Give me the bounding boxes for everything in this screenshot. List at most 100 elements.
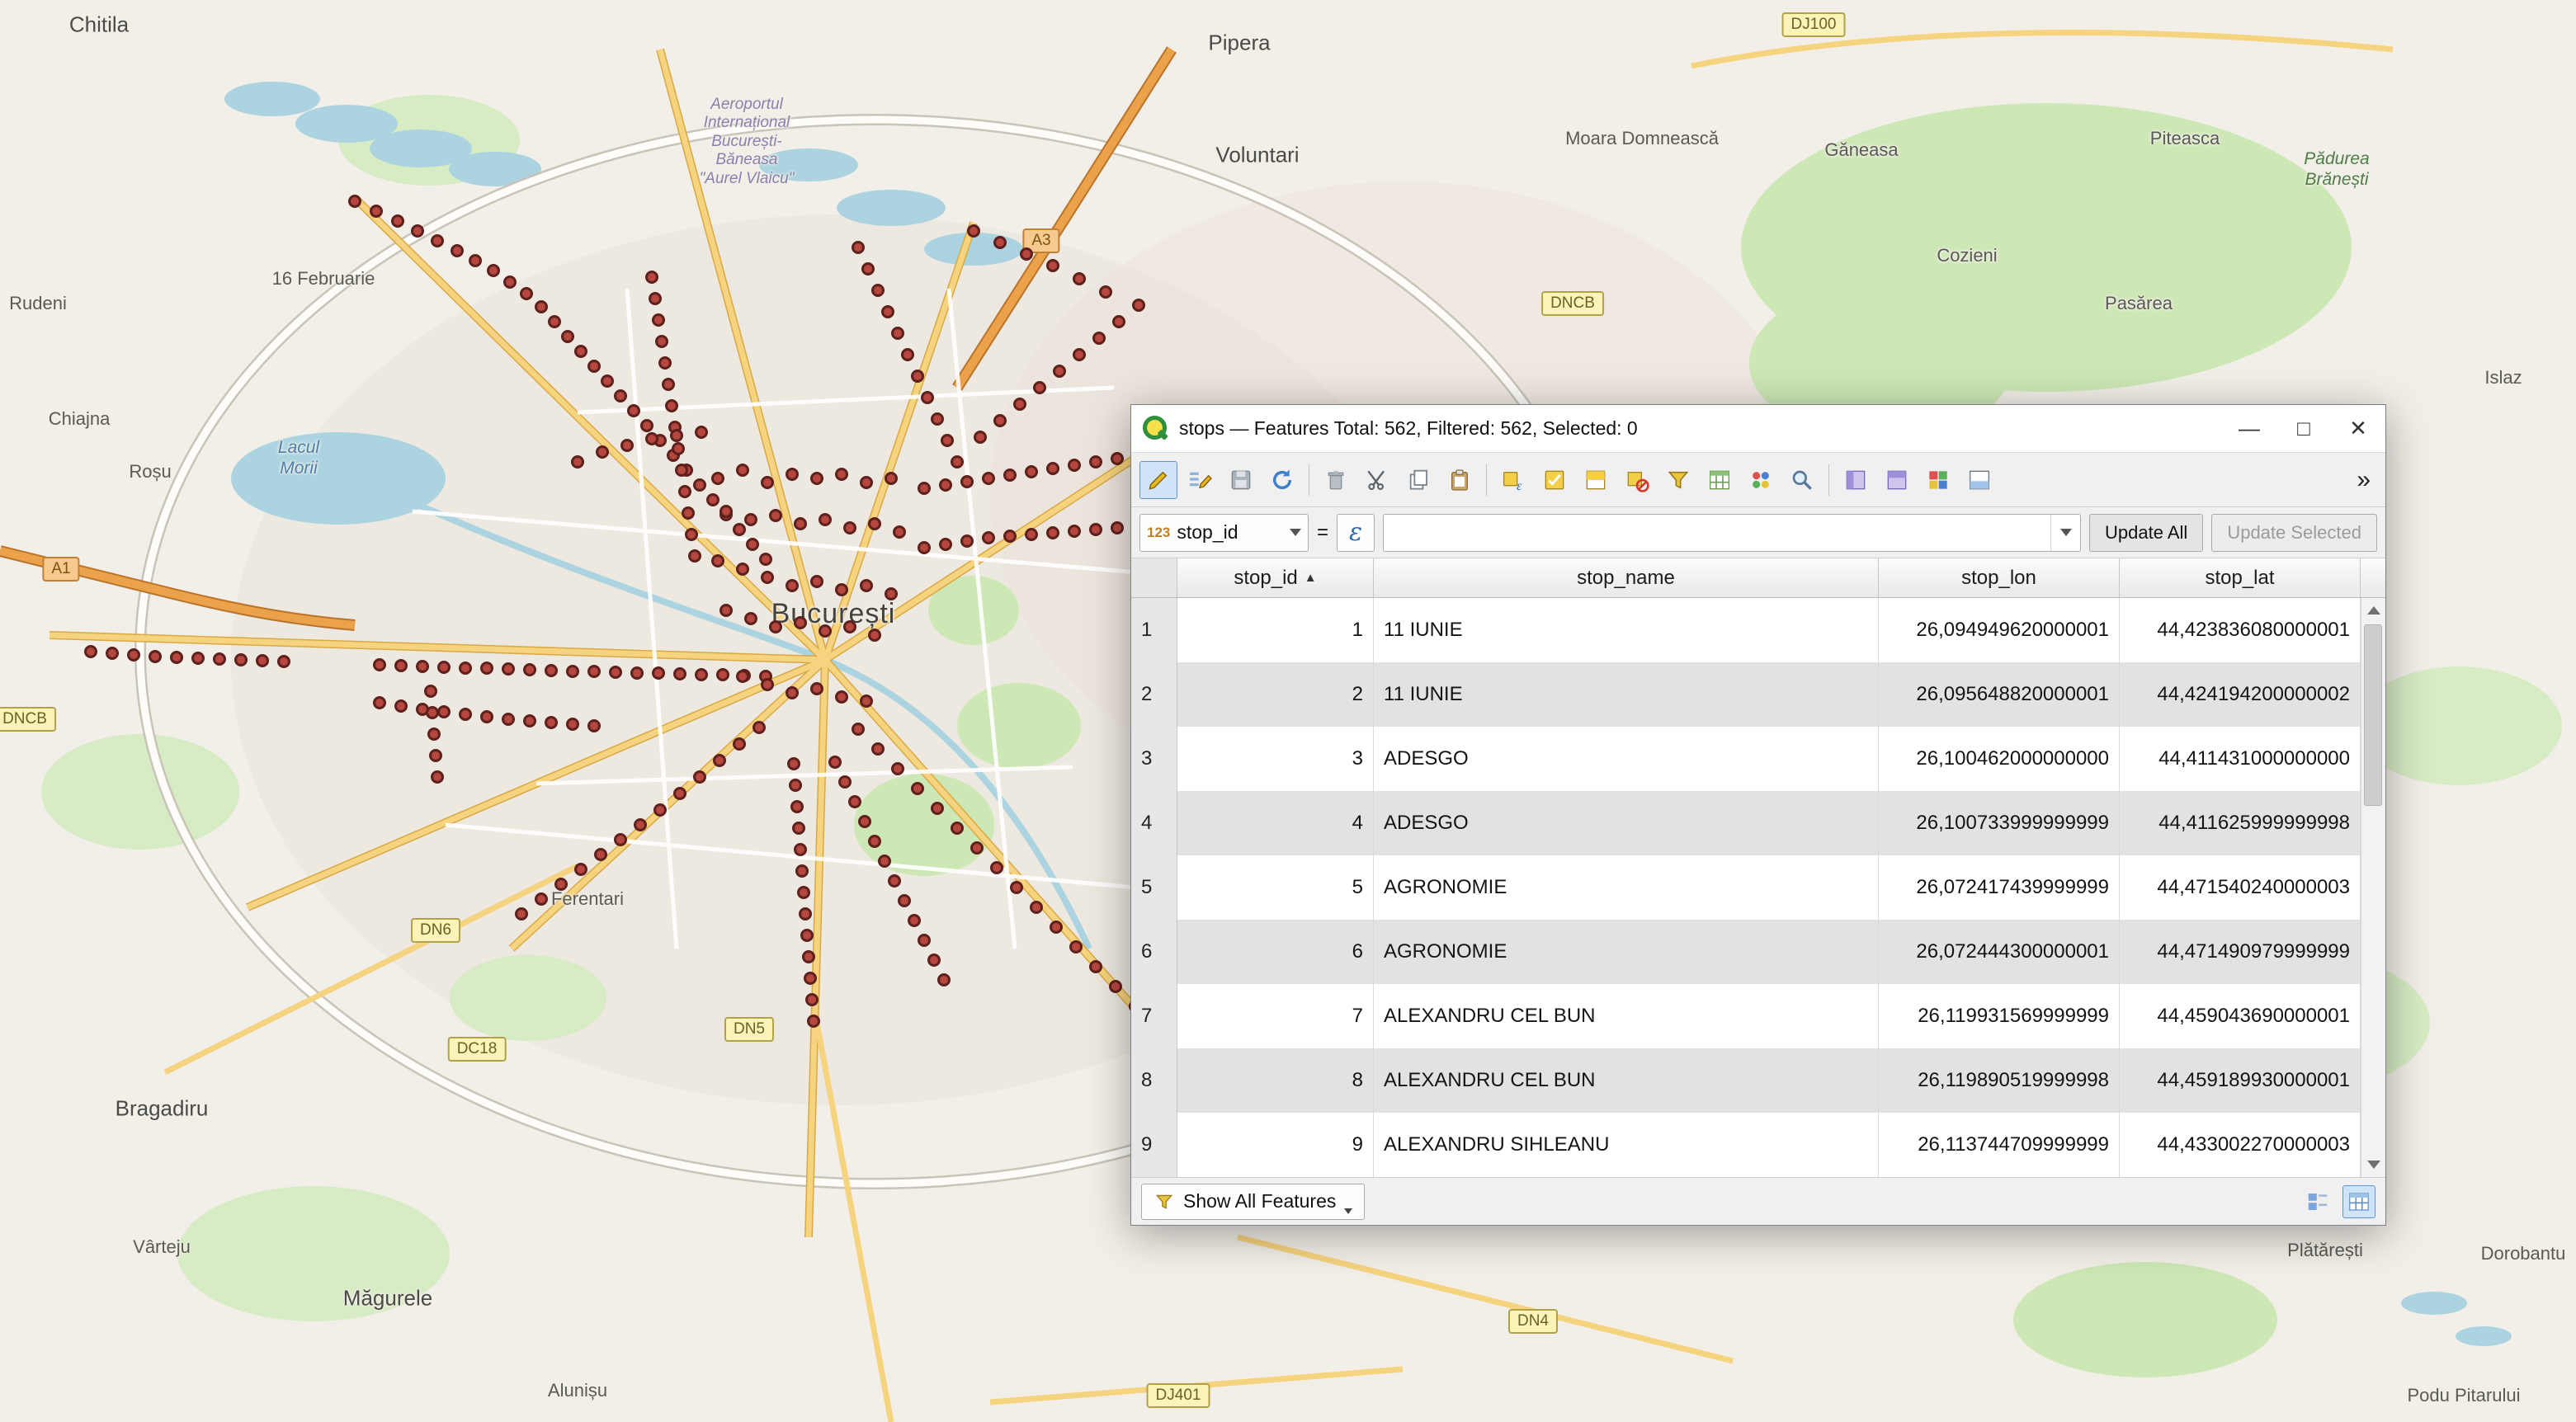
stop-dot[interactable]: [127, 648, 140, 662]
stop-dot[interactable]: [804, 972, 817, 985]
stop-dot[interactable]: [789, 779, 802, 792]
cell-stop_name[interactable]: AGRONOMIE: [1374, 920, 1879, 984]
stop-dot[interactable]: [800, 929, 814, 942]
stop-dot[interactable]: [627, 404, 640, 417]
stop-dot[interactable]: [908, 914, 921, 927]
stop-dot[interactable]: [843, 620, 856, 633]
stop-dot[interactable]: [523, 714, 536, 727]
cell-stop_lat[interactable]: 44,459043690000001: [2120, 984, 2361, 1048]
stop-dot[interactable]: [982, 531, 995, 544]
stop-dot[interactable]: [665, 399, 678, 412]
stop-dot[interactable]: [891, 762, 904, 775]
stop-dot[interactable]: [939, 478, 952, 492]
stop-dot[interactable]: [835, 690, 848, 704]
stop-dot[interactable]: [520, 287, 533, 300]
table-row[interactable]: 77ALEXANDRU CEL BUN26,11993156999999944,…: [1131, 984, 2361, 1048]
stop-dot[interactable]: [871, 742, 885, 756]
stop-dot[interactable]: [191, 652, 205, 665]
stop-dot[interactable]: [937, 973, 951, 986]
cell-stop_lon[interactable]: 26,072444300000001: [1879, 920, 2120, 984]
stop-dot[interactable]: [1112, 315, 1125, 328]
stop-dot[interactable]: [1010, 881, 1023, 894]
vertical-scrollbar[interactable]: [2361, 598, 2385, 1177]
cell-stop_lat[interactable]: 44,471540240000003: [2120, 855, 2361, 920]
stop-dot[interactable]: [437, 661, 451, 674]
stop-dot[interactable]: [736, 670, 749, 683]
stop-dot[interactable]: [761, 476, 774, 489]
stop-dot[interactable]: [480, 710, 493, 723]
stop-dot[interactable]: [802, 950, 815, 963]
maximize-button[interactable]: □: [2276, 405, 2331, 452]
stop-dot[interactable]: [688, 549, 701, 563]
stop-dot[interactable]: [835, 583, 848, 596]
cell-stop_lon[interactable]: 26,100462000000000: [1879, 727, 2120, 791]
stop-dot[interactable]: [554, 878, 568, 891]
stop-dot[interactable]: [673, 667, 686, 680]
stop-dot[interactable]: [373, 658, 386, 671]
table-row[interactable]: 44ADESGO26,10073399999999944,41162599999…: [1131, 791, 2361, 855]
stop-dot[interactable]: [620, 439, 634, 452]
stop-dot[interactable]: [858, 815, 871, 828]
stop-dot[interactable]: [990, 861, 1003, 874]
stop-dot[interactable]: [391, 214, 404, 228]
stop-dot[interactable]: [706, 493, 719, 506]
stop-dot[interactable]: [848, 795, 861, 808]
cell-stop_name[interactable]: 11 IUNIE: [1374, 598, 1879, 662]
expression-input[interactable]: [1384, 515, 2050, 551]
table-row[interactable]: 99ALEXANDRU SIHLEANU26,11374470999999944…: [1131, 1113, 2361, 1177]
stop-dot[interactable]: [1068, 525, 1081, 538]
stop-dot[interactable]: [682, 506, 695, 520]
stop-dot[interactable]: [1053, 365, 1066, 378]
stop-dot[interactable]: [370, 205, 383, 218]
cell-stop_name[interactable]: ALEXANDRU SIHLEANU: [1374, 1113, 1879, 1177]
stop-dot[interactable]: [424, 685, 437, 698]
stop-dot[interactable]: [769, 620, 782, 633]
stop-dot[interactable]: [807, 1015, 820, 1028]
stop-dot[interactable]: [911, 782, 924, 795]
stop-dot[interactable]: [106, 647, 119, 660]
stop-dot[interactable]: [596, 445, 609, 459]
stop-dot[interactable]: [1046, 462, 1059, 475]
stop-dot[interactable]: [951, 455, 964, 469]
stop-dot[interactable]: [891, 327, 904, 340]
cell-stop_lat[interactable]: 44,459189930000001: [2120, 1048, 2361, 1113]
table-row[interactable]: 1111 IUNIE26,09494962000000144,423836080…: [1131, 598, 2361, 662]
stop-dot[interactable]: [868, 835, 881, 848]
stop-dot[interactable]: [713, 754, 726, 767]
stop-dot[interactable]: [645, 271, 658, 284]
table-row[interactable]: 55AGRONOMIE26,07241743999999944,47154024…: [1131, 855, 2361, 920]
stop-dot[interactable]: [649, 292, 662, 305]
stop-dot[interactable]: [1025, 528, 1038, 541]
stop-dot[interactable]: [736, 563, 749, 576]
stop-dot[interactable]: [609, 666, 622, 679]
stop-dot[interactable]: [670, 429, 683, 442]
table-row[interactable]: 2211 IUNIE26,09564882000000144,424194200…: [1131, 662, 2361, 727]
cell-stop_id[interactable]: 4: [1177, 791, 1374, 855]
stop-dot[interactable]: [480, 662, 493, 675]
conditional-formatting-button[interactable]: [1919, 461, 1957, 499]
update-selected-button[interactable]: Update Selected: [2211, 514, 2377, 552]
stop-dot[interactable]: [769, 509, 782, 522]
table-row[interactable]: 66AGRONOMIE26,07244430000000144,47149097…: [1131, 920, 2361, 984]
stop-dot[interactable]: [645, 432, 658, 445]
stop-dot[interactable]: [426, 706, 439, 719]
corner-header-cell[interactable]: [1131, 558, 1177, 597]
stop-dot[interactable]: [790, 800, 804, 813]
cell-row-number[interactable]: 3: [1131, 727, 1177, 791]
stop-dot[interactable]: [1030, 901, 1043, 914]
stop-dot[interactable]: [898, 894, 911, 907]
stop-dot[interactable]: [695, 426, 708, 439]
expression-history-dropdown[interactable]: [2050, 515, 2080, 551]
stop-dot[interactable]: [451, 244, 464, 257]
stop-dot[interactable]: [911, 370, 924, 383]
table-view-button[interactable]: [2342, 1185, 2375, 1218]
stop-dot[interactable]: [838, 775, 852, 789]
cell-row-number[interactable]: 1: [1131, 598, 1177, 662]
delete-features-button[interactable]: [1317, 461, 1355, 499]
stop-dot[interactable]: [1020, 247, 1033, 261]
stop-dot[interactable]: [733, 523, 746, 536]
stop-dot[interactable]: [736, 464, 749, 477]
cell-stop_id[interactable]: 3: [1177, 727, 1374, 791]
stop-dot[interactable]: [711, 472, 724, 485]
feature-filter-menu-button[interactable]: Show All Features: [1141, 1184, 1365, 1220]
